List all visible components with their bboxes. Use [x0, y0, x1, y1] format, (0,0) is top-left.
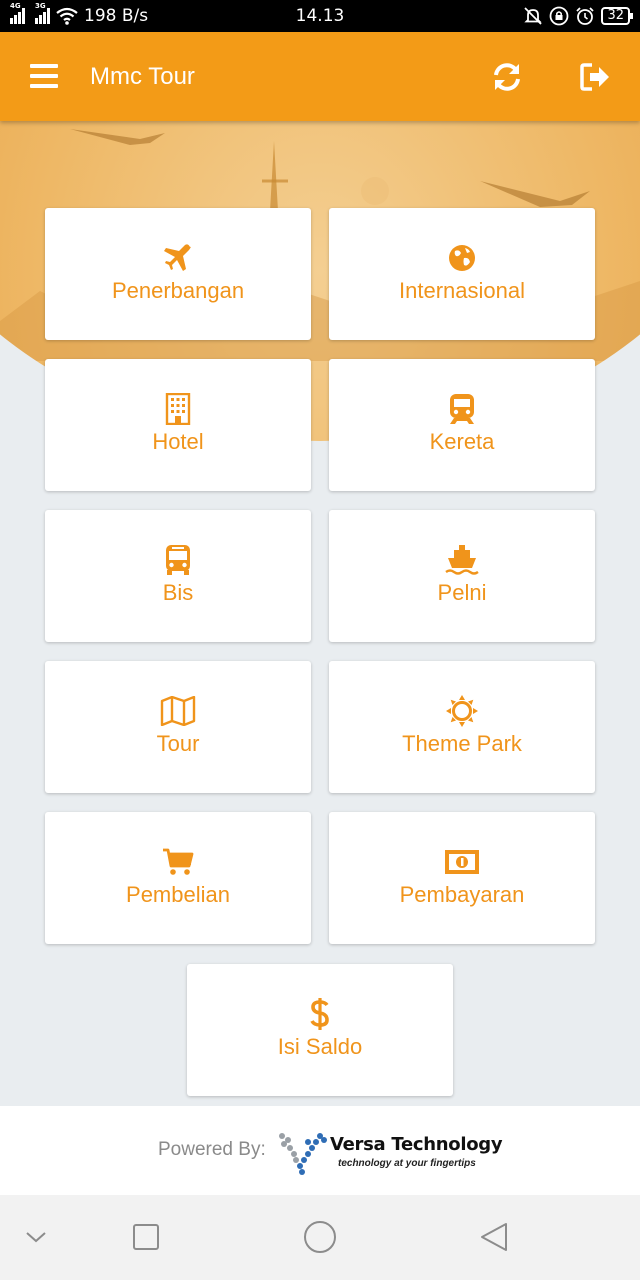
lock-circle-icon — [550, 6, 569, 26]
menu-card-penerbangan[interactable]: Penerbangan — [45, 208, 311, 340]
status-bar: 4G 3G 198 B/s 14.13 32 — [0, 0, 640, 32]
menu-card-pembayaran[interactable]: Pembayaran — [329, 812, 595, 944]
menu-card-pembelian[interactable]: Pembelian — [45, 812, 311, 944]
alarm-icon — [576, 7, 595, 25]
recents-square-icon[interactable] — [132, 1223, 160, 1251]
brand-name: Versa Technology — [330, 1134, 503, 1155]
battery-indicator: 32 — [601, 7, 633, 25]
system-navigation-bar — [0, 1195, 640, 1280]
sun-icon — [446, 695, 478, 727]
footer: Powered By: Versa Technology technology … — [0, 1106, 640, 1195]
app-bar: Mmc Tour — [0, 32, 640, 121]
menu-card-label: Penerbangan — [111, 278, 245, 303]
logout-icon[interactable] — [578, 60, 612, 94]
refresh-icon[interactable] — [490, 60, 524, 94]
versa-logo-icon — [279, 1133, 327, 1175]
ship-icon — [445, 545, 479, 575]
brand-tagline: technology at your fingertips — [338, 1158, 476, 1169]
home-circle-icon[interactable] — [302, 1219, 338, 1255]
menu-card-label: Kereta — [429, 429, 495, 454]
dollar-icon — [310, 998, 329, 1030]
back-triangle-icon[interactable] — [478, 1221, 510, 1253]
menu-card-hotel[interactable]: Hotel — [45, 359, 311, 491]
menu-card-label: Internasional — [399, 278, 525, 303]
app-title: Mmc Tour — [90, 63, 195, 90]
globe-icon — [449, 245, 475, 271]
cart-icon — [163, 848, 194, 875]
menu-card-label: Bis — [162, 580, 194, 605]
menu-card-bis[interactable]: Bis — [45, 510, 311, 642]
menu-card-theme-park[interactable]: Theme Park — [329, 661, 595, 793]
hamburger-menu-icon[interactable] — [30, 64, 58, 88]
menu-card-label: Pembelian — [126, 882, 230, 907]
airplane-icon — [164, 244, 191, 271]
map-icon — [160, 696, 196, 726]
menu-card-tour[interactable]: Tour — [45, 661, 311, 793]
building-icon — [165, 393, 191, 425]
menu-card-label: Isi Saldo — [277, 1034, 363, 1059]
menu-card-pelni[interactable]: Pelni — [329, 510, 595, 642]
menu-card-kereta[interactable]: Kereta — [329, 359, 595, 491]
menu-card-label: Tour — [156, 731, 200, 756]
chevron-down-icon[interactable] — [24, 1229, 48, 1245]
train-icon — [450, 394, 474, 424]
bell-off-icon — [524, 7, 543, 25]
money-icon — [445, 850, 479, 874]
powered-by-label: Powered By: — [158, 1139, 266, 1160]
menu-card-label: Hotel — [152, 429, 204, 454]
menu-card-internasional[interactable]: Internasional — [329, 208, 595, 340]
menu-card-label: Theme Park — [402, 731, 522, 756]
bus-icon — [166, 545, 190, 575]
menu-card-label: Pelni — [437, 580, 487, 605]
menu-card-isi-saldo[interactable]: Isi Saldo — [187, 964, 453, 1096]
menu-card-label: Pembayaran — [399, 882, 525, 907]
